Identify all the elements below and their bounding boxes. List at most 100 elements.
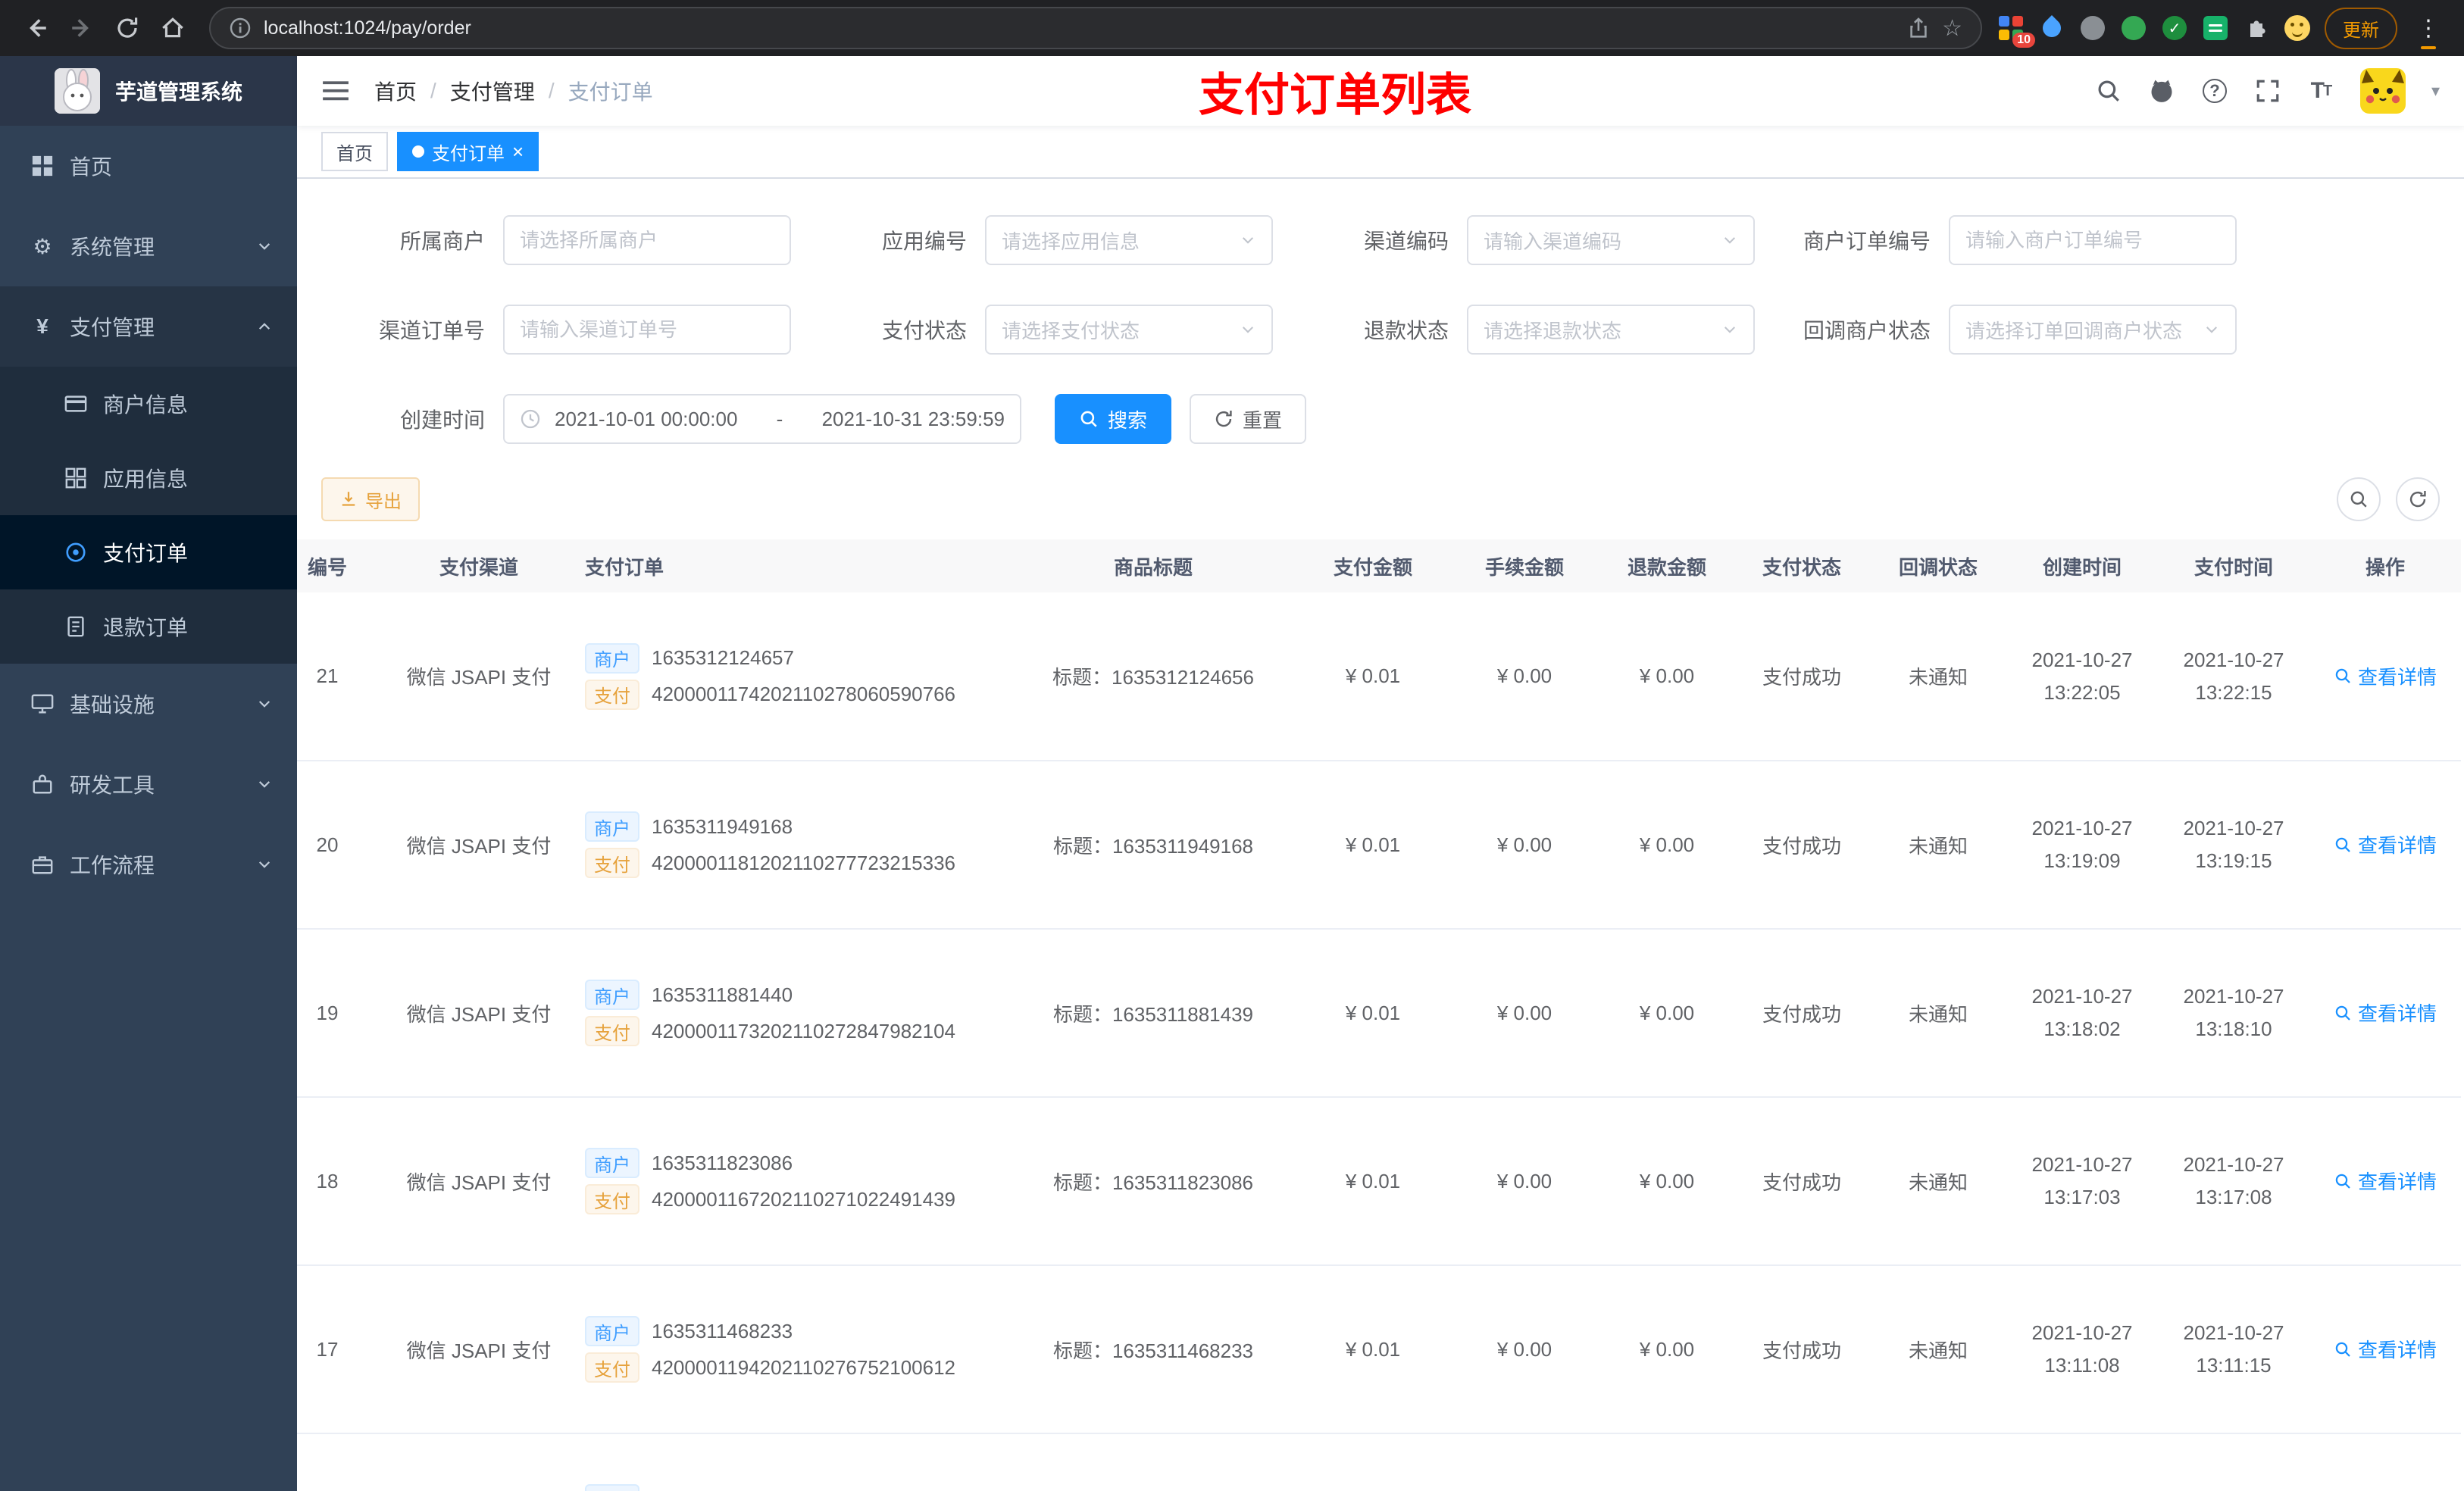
channel-code-select[interactable]: 请输入渠道编码 [1467, 215, 1755, 265]
date-range-picker[interactable]: 2021-10-01 00:00:00 - 2021-10-31 23:59:5… [503, 394, 1021, 444]
date-end[interactable]: 2021-10-31 23:59:59 [822, 408, 1005, 431]
extension-grid-icon[interactable]: 10 [1997, 14, 2035, 48]
sidebar-item-refund-order[interactable]: 退款订单 [0, 589, 297, 664]
emoji-profile-icon[interactable] [2284, 14, 2311, 42]
app-logo[interactable]: 芋道管理系统 [0, 56, 297, 126]
view-detail-link[interactable]: 查看详情 [2334, 1167, 2437, 1195]
filter-app-id: 应用编号 请选择应用信息 [803, 215, 1273, 265]
cell-title: 标题：1635311468233 [1009, 1265, 1297, 1434]
sidebar-item-merchant-info[interactable]: 商户信息 [0, 367, 297, 441]
main-area: 首页 / 支付管理 / 支付订单 支付订单列表 ? TT ▾ 首页 支付订单 ×… [297, 56, 2464, 1491]
sidebar-item-home[interactable]: 首页 [0, 126, 297, 206]
date-separator: - [776, 407, 783, 430]
col-channel: 支付渠道 [388, 539, 570, 592]
view-detail-link[interactable]: 查看详情 [2334, 999, 2437, 1027]
channel-order-no-input[interactable] [520, 317, 774, 342]
chevron-down-icon [1240, 321, 1256, 338]
puzzle-extensions-icon[interactable] [2243, 14, 2270, 42]
filter-row-3: 创建时间 2021-10-01 00:00:00 - 2021-10-31 23… [321, 394, 2440, 444]
close-icon[interactable]: × [512, 142, 524, 161]
cell-fee: ¥ 0.00 [1449, 1265, 1600, 1434]
filter-label: 创建时间 [399, 408, 485, 432]
cell-pay-time: 2021-10-27 13:22:15 [2158, 592, 2309, 761]
export-button[interactable]: 导出 [321, 477, 420, 521]
github-icon[interactable] [2148, 77, 2175, 105]
site-info-icon[interactable] [229, 17, 252, 39]
toolbox-icon [30, 772, 55, 796]
browser-menu-icon[interactable]: ⋮ [2411, 15, 2446, 42]
cell-notify: 未通知 [1870, 929, 2006, 1098]
cell-refund: ¥ 0.00 [1600, 592, 1734, 761]
sidebar-item-label: 工作流程 [70, 854, 155, 877]
filter-refund-status: 退款状态 请选择退款状态 [1285, 305, 1755, 355]
hamburger-icon[interactable] [321, 77, 350, 105]
refresh-icon[interactable] [2396, 477, 2440, 521]
user-avatar[interactable] [2359, 68, 2406, 114]
table-row: 20 微信 JSAPI 支付 商户 1635311949168 支付 42000… [297, 761, 2461, 930]
font-size-icon[interactable]: TT [2307, 77, 2334, 105]
caret-down-icon[interactable]: ▾ [2431, 81, 2440, 101]
drop-extension-icon[interactable] [2038, 14, 2065, 42]
breadcrumb-home[interactable]: 首页 [374, 76, 417, 106]
col-status: 支付状态 [1734, 539, 1870, 592]
sidebar-item-label: 应用信息 [103, 467, 189, 491]
home-icon[interactable] [152, 7, 194, 49]
sidebar-item-system[interactable]: ⚙ 系统管理 [0, 206, 297, 286]
reset-button[interactable]: 重置 [1190, 394, 1307, 444]
refund-status-select[interactable]: 请选择退款状态 [1467, 305, 1755, 355]
notify-status-select[interactable]: 请选择订单回调商户状态 [1949, 305, 2237, 355]
cell-notify: 未通知 [1870, 761, 2006, 930]
merchant-order-no-input[interactable] [1965, 228, 2220, 252]
question-icon[interactable]: ? [2201, 77, 2228, 105]
sidebar-item-workflow[interactable]: 工作流程 [0, 824, 297, 905]
date-start[interactable]: 2021-10-01 00:00:00 [555, 408, 737, 431]
url-text[interactable]: localhost:1024/pay/order [264, 17, 1895, 39]
app-title: 芋道管理系统 [114, 80, 242, 104]
sidebar-item-label: 研发工具 [70, 774, 155, 797]
sidebar-item-infrastructure[interactable]: 基础设施 [0, 664, 297, 744]
filter-merchant: 所属商户 [321, 215, 791, 265]
sidebar-item-dev-tools[interactable]: 研发工具 [0, 744, 297, 824]
reload-icon[interactable] [106, 7, 149, 49]
cell-action: 查看详情 [2309, 761, 2461, 930]
view-detail-link[interactable]: 查看详情 [2334, 662, 2437, 690]
logo-avatar [54, 68, 100, 114]
sidebar-item-pay-order[interactable]: 支付订单 [0, 515, 297, 589]
breadcrumb: 首页 / 支付管理 / 支付订单 [374, 76, 653, 106]
cell-order: 商户 1635311823086 支付 42000011672021102710… [570, 1097, 1009, 1266]
chrome-update-button[interactable]: 更新 [2325, 7, 2397, 49]
merchant-input[interactable] [520, 228, 774, 252]
search-icon[interactable] [2095, 77, 2122, 105]
check-circle-extension-icon[interactable]: ✓ [2161, 14, 2188, 42]
gray-circle-extension-icon[interactable] [2079, 14, 2106, 42]
active-dot [412, 145, 424, 158]
target-icon [64, 540, 88, 564]
pay-status-select[interactable]: 请选择支付状态 [985, 305, 1273, 355]
chevron-down-icon [1240, 232, 1256, 248]
chat-extension-icon[interactable] [2202, 14, 2229, 42]
filter-label: 应用编号 [881, 230, 967, 253]
tab-pay-order[interactable]: 支付订单 × [397, 132, 539, 171]
forward-icon[interactable] [61, 7, 103, 49]
search-button[interactable]: 搜索 [1055, 394, 1172, 444]
view-detail-link[interactable]: 查看详情 [2334, 830, 2437, 858]
tab-home[interactable]: 首页 [321, 132, 388, 171]
table-row: 18 微信 JSAPI 支付 商户 1635311823086 支付 42000… [297, 1097, 2461, 1266]
green-circle-extension-icon[interactable] [2120, 14, 2147, 42]
breadcrumb-pay-manage[interactable]: 支付管理 [450, 76, 535, 106]
share-icon[interactable] [1907, 17, 1930, 39]
cell-title: 标题：1635311881439 [1009, 929, 1297, 1098]
toggle-search-icon[interactable] [2337, 477, 2381, 521]
cell-pay-time: 2021-10-27 13:18:10 [2158, 929, 2309, 1098]
bookmark-star-icon[interactable]: ☆ [1942, 15, 1962, 42]
cell-refund [1600, 1433, 1734, 1491]
sidebar-item-payment[interactable]: ¥ 支付管理 [0, 286, 297, 367]
back-icon[interactable] [15, 7, 58, 49]
view-detail-link[interactable]: 查看详情 [2334, 1335, 2437, 1363]
sidebar-item-app-info[interactable]: 应用信息 [0, 441, 297, 515]
address-bar[interactable]: localhost:1024/pay/order ☆ [209, 7, 1982, 49]
chevron-down-icon [256, 238, 273, 255]
merchant-order-no: 1635311881440 [652, 983, 793, 1006]
fullscreen-icon[interactable] [2254, 77, 2281, 105]
app-id-select[interactable]: 请选择应用信息 [985, 215, 1273, 265]
